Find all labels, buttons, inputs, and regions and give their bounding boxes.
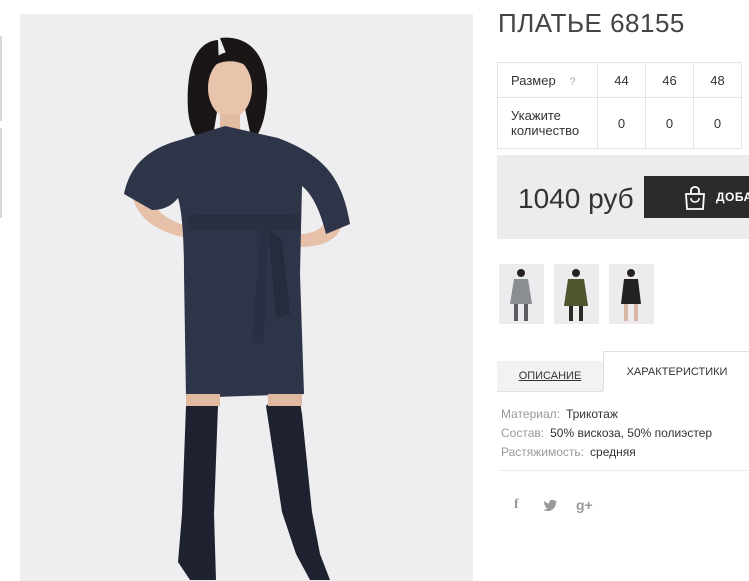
thumb-grey-dress[interactable] <box>499 264 544 324</box>
buy-box: 1040 руб ДОБАВИТЬ <box>497 155 749 239</box>
property-value: Трикотаж <box>565 407 618 421</box>
product-tabs: ОПИСАНИЕ ХАРАКТЕРИСТИКИ <box>497 351 749 392</box>
quantity-input-48[interactable]: 0 <box>693 97 742 149</box>
characteristics-list: Материал: Трикотаж Состав: 50% вискоза, 50… <box>501 407 712 464</box>
quantity-input-44[interactable]: 0 <box>597 97 646 149</box>
price: 1040 руб <box>518 183 634 214</box>
twitter-icon[interactable] <box>544 499 558 511</box>
left-edge-tick <box>0 128 2 218</box>
quantity-label: Укажите количество <box>497 97 598 149</box>
divider <box>499 470 749 471</box>
size-quantity-table: Размер ? 44 46 48 Укажите количество 0 0… <box>497 62 742 149</box>
facebook-icon[interactable]: f <box>514 497 519 513</box>
size-label: Размер <box>511 72 556 88</box>
left-edge-strip <box>0 0 3 581</box>
googleplus-icon[interactable]: g+ <box>576 497 593 513</box>
property-material: Материал: Трикотаж <box>501 407 712 426</box>
main-product-photo[interactable] <box>20 14 473 581</box>
size-option-48: 48 <box>693 62 742 98</box>
size-label-cell: Размер ? <box>497 62 598 98</box>
shopping-bag-icon <box>685 186 705 210</box>
tab-description[interactable]: ОПИСАНИЕ <box>497 361 603 392</box>
quantity-input-46[interactable]: 0 <box>645 97 694 149</box>
size-option-46: 46 <box>645 62 694 98</box>
add-to-cart-label: ДОБАВИТЬ <box>716 190 749 204</box>
quantity-row: Укажите количество 0 0 0 <box>497 97 742 149</box>
size-option-44: 44 <box>597 62 646 98</box>
left-edge-tick <box>0 36 2 121</box>
size-row: Размер ? 44 46 48 <box>497 62 742 98</box>
property-value: средняя <box>590 445 636 459</box>
property-value: 50% вискоза, 50% полиэстер <box>550 426 713 440</box>
property-stretch: Растяжимость: средняя <box>501 445 712 464</box>
model-illustration <box>124 37 350 580</box>
property-composition: Состав: 50% вискоза, 50% полиэстер <box>501 426 712 445</box>
size-help-icon[interactable]: ? <box>569 76 575 88</box>
thumb-black-dress[interactable] <box>609 264 654 324</box>
property-key: Растяжимость: <box>501 445 585 459</box>
product-title: ПЛАТЬЕ 68155 <box>498 8 685 38</box>
add-to-cart-button[interactable]: ДОБАВИТЬ <box>644 176 749 218</box>
property-key: Материал: <box>501 407 560 421</box>
tab-characteristics[interactable]: ХАРАКТЕРИСТИКИ <box>603 351 749 391</box>
thumb-olive-dress[interactable] <box>554 264 599 324</box>
property-key: Состав: <box>501 426 545 440</box>
